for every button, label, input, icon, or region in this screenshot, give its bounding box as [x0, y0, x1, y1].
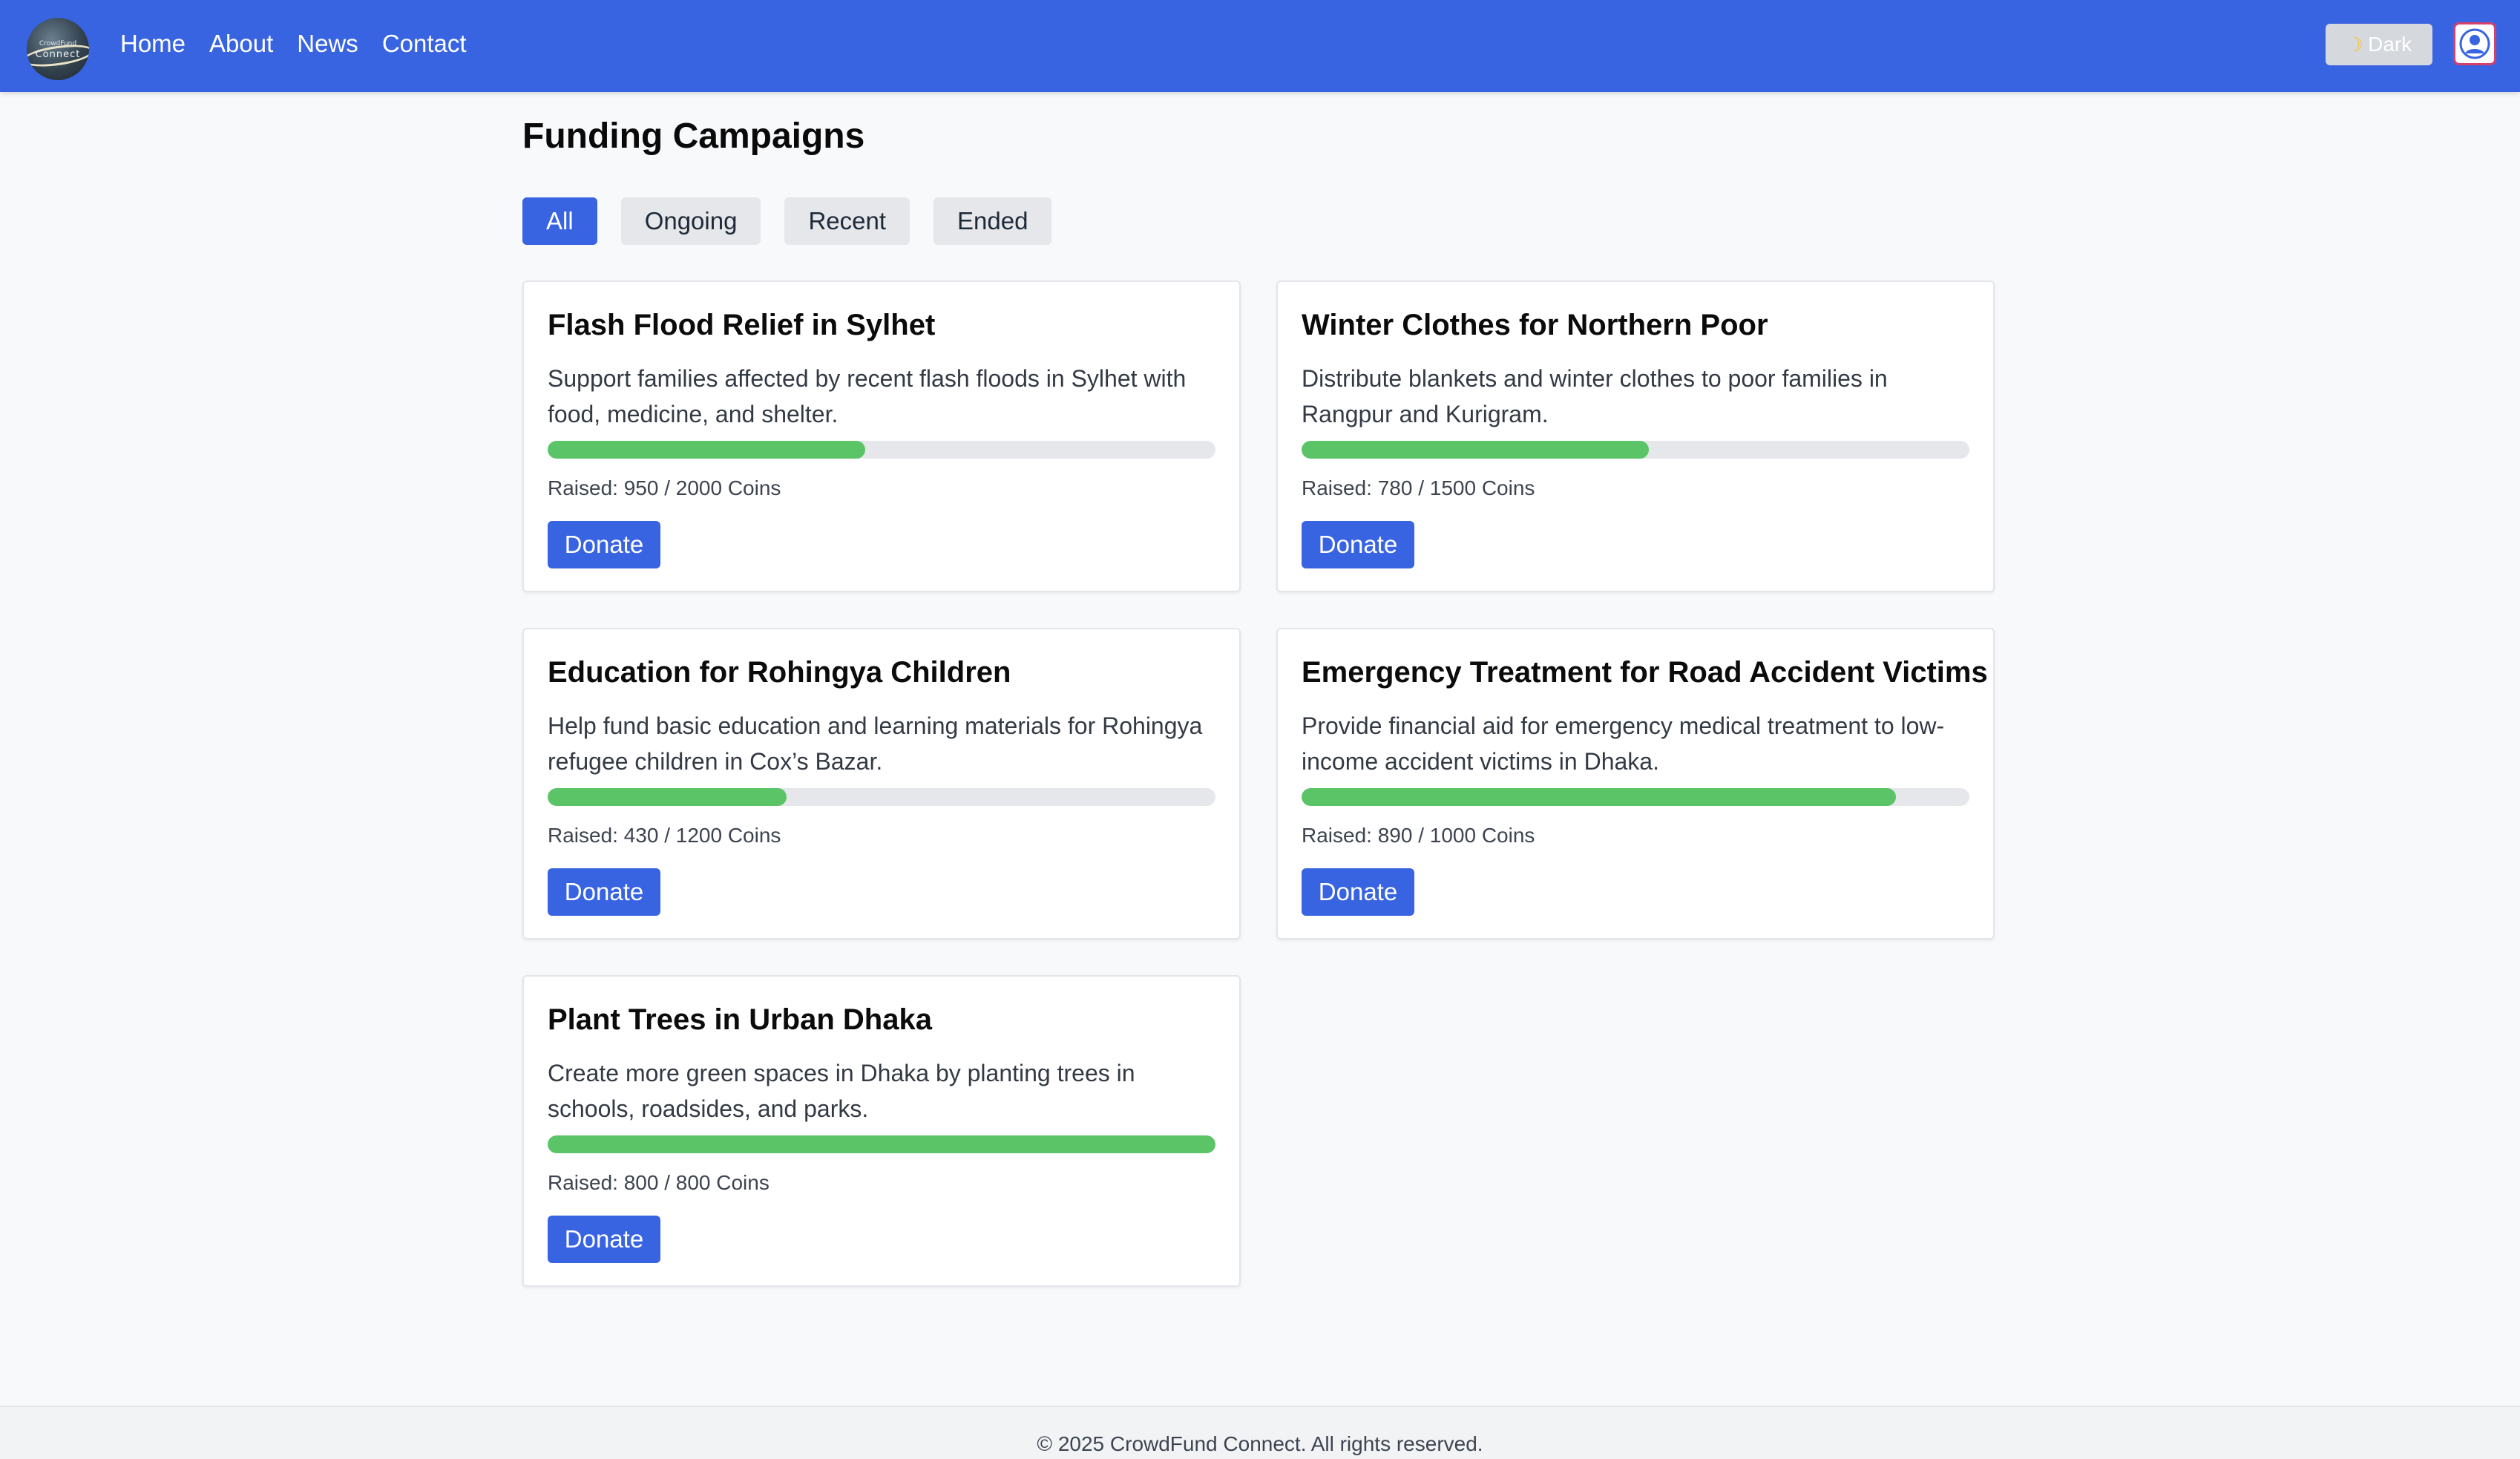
campaign-raised-amount: Raised: 950 / 2000 Coins [548, 476, 781, 499]
campaign-description: Support families affected by recent flas… [548, 365, 1187, 427]
campaign-description: Distribute blankets and winter clothes t… [1302, 365, 1888, 427]
campaign-progress-bar [1302, 788, 1969, 806]
campaign-card: Winter Clothes for Northern Poor Distrib… [1276, 281, 1995, 592]
nav-link-about[interactable]: About [209, 30, 273, 58]
donate-button[interactable]: Donate [1302, 868, 1414, 916]
campaign-title: Winter Clothes for Northern Poor [1302, 309, 1768, 341]
campaign-progress-fill [1302, 788, 1896, 806]
donate-button[interactable]: Donate [1302, 521, 1414, 568]
page-title: Funding Campaigns [522, 117, 865, 156]
user-avatar-icon [2459, 28, 2490, 59]
campaign-title: Flash Flood Relief in Sylhet [548, 309, 936, 341]
campaign-title: Plant Trees in Urban Dhaka [548, 1003, 932, 1036]
nav-link-home[interactable]: Home [120, 30, 186, 58]
campaign-progress-fill [548, 1135, 1215, 1153]
filter-ended-button[interactable]: Ended [933, 197, 1052, 245]
campaign-progress-bar [548, 788, 1215, 806]
campaign-raised-amount: Raised: 800 / 800 Coins [548, 1171, 770, 1194]
donate-button[interactable]: Donate [548, 868, 660, 916]
campaign-description: Help fund basic education and learning m… [548, 712, 1203, 775]
footer-copyright: © 2025 CrowdFund Connect. All rights res… [1037, 1432, 1483, 1455]
campaign-card: Flash Flood Relief in Sylhet Support fam… [522, 281, 1241, 592]
campaign-card: Emergency Treatment for Road Accident Vi… [1276, 628, 1995, 940]
crowdfund-logo[interactable]: CrowdFund Connect [27, 18, 89, 80]
campaign-progress-fill [548, 788, 787, 806]
nav-link-contact[interactable]: Contact [382, 30, 467, 58]
filter-ongoing-button[interactable]: Ongoing [620, 197, 761, 245]
filter-all-button[interactable]: All [522, 197, 597, 245]
campaign-progress-fill [1302, 441, 1649, 459]
campaign-filter-tabs: All Ongoing Recent Ended [522, 197, 1052, 245]
nav-link-news[interactable]: News [297, 30, 358, 58]
logo-text-large: Connect [35, 49, 81, 60]
dark-mode-toggle-button[interactable]: ☽ Dark [2326, 24, 2432, 65]
nav-links: Home About News Contact [120, 30, 467, 58]
campaign-title: Emergency Treatment for Road Accident Vi… [1302, 656, 1988, 689]
campaign-description: Provide financial aid for emergency medi… [1302, 712, 1945, 775]
page-footer: © 2025 CrowdFund Connect. All rights res… [0, 1406, 2520, 1459]
campaign-raised-amount: Raised: 890 / 1000 Coins [1302, 824, 1535, 847]
campaign-raised-amount: Raised: 780 / 1500 Coins [1302, 476, 1535, 499]
campaign-title: Education for Rohingya Children [548, 656, 1011, 689]
campaign-description: Create more green spaces in Dhaka by pla… [548, 1060, 1135, 1122]
dark-mode-label: Dark [2368, 33, 2412, 56]
campaign-raised-amount: Raised: 430 / 1200 Coins [548, 824, 781, 847]
user-avatar-button[interactable] [2453, 22, 2496, 65]
moon-icon: ☽ [2346, 33, 2364, 56]
donate-button[interactable]: Donate [548, 1216, 660, 1263]
campaign-progress-bar [1302, 441, 1969, 459]
logo-text-small: CrowdFund [39, 40, 77, 47]
top-navbar: CrowdFund Connect Home About News Contac… [0, 0, 2520, 92]
campaign-progress-bar [548, 1135, 1215, 1153]
campaign-progress-bar [548, 441, 1215, 459]
filter-recent-button[interactable]: Recent [784, 197, 910, 245]
donate-button[interactable]: Donate [548, 521, 660, 568]
campaign-progress-fill [548, 441, 865, 459]
campaign-card: Education for Rohingya Children Help fun… [522, 628, 1241, 940]
campaign-card: Plant Trees in Urban Dhaka Create more g… [522, 975, 1241, 1287]
